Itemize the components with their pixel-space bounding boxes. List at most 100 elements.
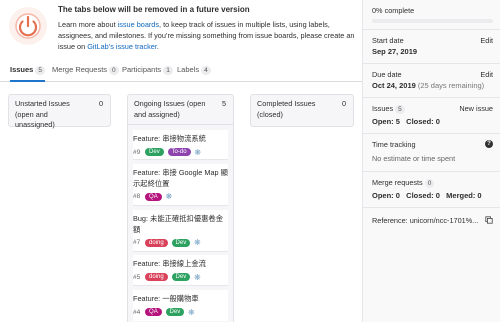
column-count: 0 xyxy=(341,99,346,108)
new-issue-button[interactable]: New issue xyxy=(459,104,493,113)
column-completed-issues: Completed Issues (closed) 0 xyxy=(250,94,354,127)
issue-card[interactable]: Feature: 串接 Google Map 顯示起終位置 #8 QA ❋ xyxy=(133,164,228,206)
tab-label: Issues xyxy=(10,65,34,74)
assignee-avatar-icon[interactable]: ❋ xyxy=(194,273,201,282)
issue-title[interactable]: Feature: 一般購物車 xyxy=(133,294,228,305)
label-badge[interactable]: Dev xyxy=(165,308,185,316)
issue-number: #8 xyxy=(133,193,141,201)
issue-meta: #9 Dev To-do ❋ xyxy=(133,148,228,157)
label-badge[interactable]: To-do xyxy=(167,148,191,156)
issues-label: Issues 5 xyxy=(372,104,405,114)
issue-meta: #5 doing Dev ❋ xyxy=(133,273,228,282)
issue-number: #7 xyxy=(133,239,141,247)
assignee-avatar-icon[interactable]: ❋ xyxy=(194,238,201,247)
column-header: Completed Issues (closed) 0 xyxy=(251,95,353,125)
tab-label: Labels xyxy=(177,65,200,74)
column-ongoing-issues: Ongoing Issues (open and assigned) 5 Fea… xyxy=(127,94,234,322)
column-header: Unstarted Issues (open and unassigned) 0 xyxy=(9,95,110,129)
power-icon xyxy=(9,7,47,45)
column-unstarted-issues: Unstarted Issues (open and unassigned) 0 xyxy=(8,94,111,129)
merge-requests-label-text: Merge requests xyxy=(372,178,423,187)
start-date-label: Start date xyxy=(372,36,404,45)
issue-card[interactable]: Feature: 串接線上金流 #5 doing Dev ❋ xyxy=(133,255,228,286)
column-title: Ongoing Issues (open and assigned) xyxy=(134,99,206,119)
progress-section: 0% complete xyxy=(363,0,500,30)
notice-text: assignees, and milestones. If you’re mis… xyxy=(58,31,355,41)
time-tracking-label: Time tracking xyxy=(372,140,416,149)
issue-number: #4 xyxy=(133,308,141,316)
issue-card[interactable]: Bug: 未能正確抵扣優惠卷金額 #7 doing Dev ❋ xyxy=(133,210,228,252)
issues-section: Issues 5 New issue Open: 5 Closed: 0 xyxy=(363,98,500,134)
issue-title[interactable]: Bug: 未能正確抵扣優惠卷金額 xyxy=(133,214,228,235)
label-badge[interactable]: Dev xyxy=(171,273,191,281)
tab-count: 5 xyxy=(35,66,45,75)
notice-text: issue on xyxy=(58,42,88,52)
issue-title[interactable]: Feature: 串接線上金流 xyxy=(133,259,228,270)
issue-card[interactable]: Feature: 串接物流系統 #9 Dev To-do ❋ xyxy=(133,130,228,160)
tab-count: 1 xyxy=(163,66,173,75)
due-date-remaining: (25 days remaining) xyxy=(417,81,485,90)
notice-text: Learn more about xyxy=(58,20,118,29)
label-badge[interactable]: QA xyxy=(145,192,162,201)
column-count: 5 xyxy=(221,99,226,108)
notice-text: , to keep track of issues in multiple li… xyxy=(159,20,330,29)
time-tracking-section: Time tracking ? No estimate or time spen… xyxy=(363,134,500,172)
tab-labels[interactable]: Labels 4 xyxy=(177,65,211,82)
column-count: 0 xyxy=(98,99,103,108)
column-title: Unstarted Issues (open and unassigned) xyxy=(15,99,70,129)
due-date-section: Due date Edit Oct 24, 2019 (25 days rema… xyxy=(363,64,500,98)
reference-section: Reference: unicorn/ncc-1701%... xyxy=(363,208,500,232)
main-content: The tabs below will be removed in a futu… xyxy=(0,0,362,322)
issues-count: 5 xyxy=(395,105,405,114)
notice-title: The tabs below will be removed in a futu… xyxy=(58,5,250,14)
issue-meta: #7 doing Dev ❋ xyxy=(133,238,228,247)
deprecation-notice: The tabs below will be removed in a futu… xyxy=(0,0,362,62)
column-title: Completed Issues (closed) xyxy=(257,99,316,119)
assignee-avatar-icon[interactable]: ❋ xyxy=(166,192,173,201)
column-header: Ongoing Issues (open and assigned) 5 xyxy=(128,95,233,125)
label-badge[interactable]: Dev xyxy=(145,148,164,156)
merge-requests-section: Merge requests 0 Open: 0 Closed: 0 Merged… xyxy=(363,172,500,208)
notice-body: Learn more about issue boards, to keep t… xyxy=(58,19,358,53)
merge-requests-label: Merge requests 0 xyxy=(372,178,435,188)
issue-meta: #8 QA ❋ xyxy=(133,192,228,201)
label-badge[interactable]: doing xyxy=(145,273,168,281)
label-badge[interactable]: Dev xyxy=(171,238,191,247)
reference-value: Reference: unicorn/ncc-1701%... xyxy=(372,216,479,225)
start-date-value: Sep 27, 2019 xyxy=(372,47,418,56)
assignee-avatar-icon[interactable]: ❋ xyxy=(188,308,195,317)
tab-count: 4 xyxy=(201,66,211,75)
assignee-avatar-icon[interactable]: ❋ xyxy=(194,148,201,157)
issue-title[interactable]: Feature: 串接物流系統 xyxy=(133,134,228,145)
due-date-text: Oct 24, 2019 xyxy=(372,81,416,90)
label-badge[interactable]: doing xyxy=(145,238,168,247)
copy-icon[interactable] xyxy=(485,216,493,224)
tab-issues[interactable]: Issues 5 xyxy=(10,65,45,82)
tab-label: Merge Requests xyxy=(52,65,108,74)
issue-card[interactable]: Feature: 一般購物車 #4 QA Dev ❋ xyxy=(133,290,228,321)
label-badge[interactable]: QA xyxy=(145,308,162,316)
due-date-label: Due date xyxy=(372,70,402,79)
issues-label-text: Issues xyxy=(372,104,394,113)
start-date-section: Start date Edit Sep 27, 2019 xyxy=(363,30,500,64)
issue-meta: #4 QA Dev ❋ xyxy=(133,308,228,317)
tab-label: Participants xyxy=(122,65,162,74)
issue-boards-link[interactable]: issue boards xyxy=(118,20,159,29)
tab-merge-requests[interactable]: Merge Requests 0 xyxy=(52,65,119,82)
due-date-value: Oct 24, 2019 (25 days remaining) xyxy=(372,81,484,90)
progress-label: 0% complete xyxy=(372,6,415,15)
time-tracking-value: No estimate or time spent xyxy=(372,154,456,163)
notice-text: . xyxy=(156,42,159,52)
merge-requests-count: 0 xyxy=(424,179,435,188)
merge-requests-summary: Open: 0 Closed: 0 Merged: 0 xyxy=(372,191,482,200)
issues-summary: Open: 5 Closed: 0 xyxy=(372,117,440,126)
help-icon[interactable]: ? xyxy=(485,140,493,148)
issue-tracker-link[interactable]: GitLab’s issue tracker xyxy=(87,42,157,51)
edit-due-date-button[interactable]: Edit xyxy=(480,70,493,79)
issue-title[interactable]: Feature: 串接 Google Map 顯示起終位置 xyxy=(133,168,228,189)
tab-participants[interactable]: Participants 1 xyxy=(122,65,173,82)
edit-start-date-button[interactable]: Edit xyxy=(480,36,493,45)
issue-number: #9 xyxy=(133,148,141,156)
progress-bar xyxy=(372,19,493,23)
milestone-tabs: Issues 5 Merge Requests 0 Participants 1 La… xyxy=(0,62,362,82)
